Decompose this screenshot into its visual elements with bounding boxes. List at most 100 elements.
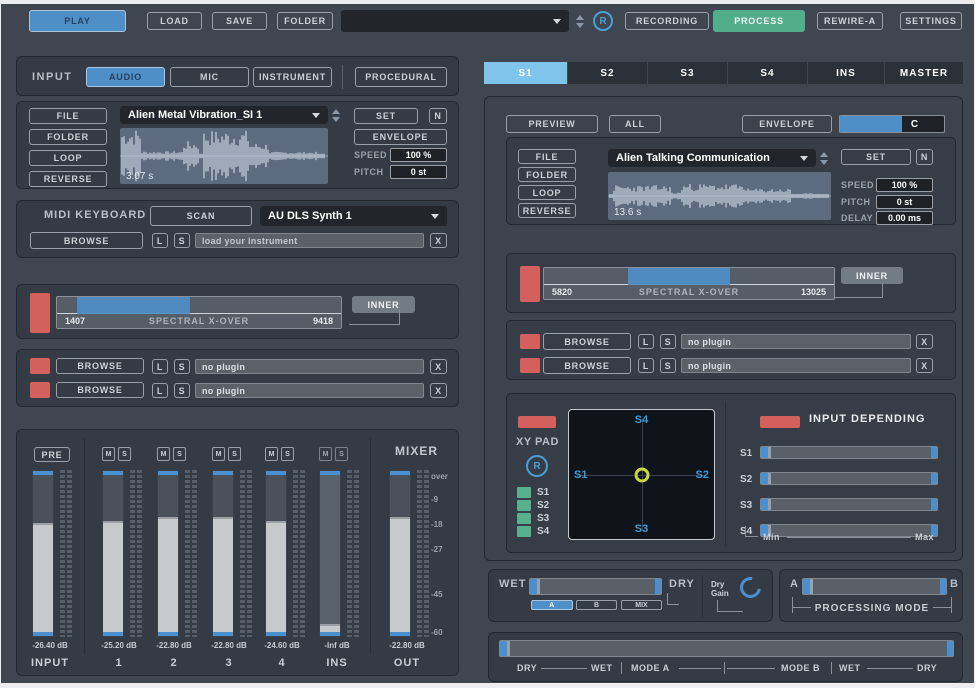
file-button[interactable]: FILE	[518, 149, 576, 164]
preset-select[interactable]	[341, 10, 569, 32]
tab-ins[interactable]: INS	[808, 62, 884, 84]
pitch-value[interactable]: 0 st	[876, 195, 933, 209]
xover-band[interactable]	[628, 268, 730, 285]
xover-indicator-lamp[interactable]	[520, 266, 540, 302]
pan-slider[interactable]: C	[839, 115, 945, 133]
clear-button[interactable]: X	[430, 359, 447, 374]
xy-cursor[interactable]	[634, 467, 649, 482]
n-button[interactable]: N	[429, 108, 447, 124]
solo-button[interactable]: S	[118, 447, 131, 461]
folder-button[interactable]: FOLDER	[277, 12, 333, 30]
pre-button[interactable]: PRE	[34, 447, 70, 462]
mode-b-button[interactable]: B	[576, 600, 617, 610]
clear-button[interactable]: X	[916, 334, 933, 349]
reverse-button[interactable]: REVERSE	[518, 203, 576, 218]
sample-select[interactable]: Alien Metal Vibration_SI 1	[120, 106, 328, 124]
browse-button[interactable]: BROWSE	[56, 358, 144, 374]
plugin-slot[interactable]: no plugin	[195, 359, 424, 374]
n-button[interactable]: N	[916, 149, 933, 165]
tab-s1[interactable]: S1	[484, 62, 567, 84]
fader-3[interactable]	[212, 470, 234, 637]
dry-gain-knob[interactable]	[736, 573, 765, 602]
solo-button[interactable]: S	[660, 358, 676, 373]
solo-button[interactable]: S	[174, 359, 190, 374]
envelope-button[interactable]: ENVELOPE	[742, 115, 832, 133]
loop-button[interactable]: LOOP	[518, 185, 576, 200]
tab-instrument[interactable]: INSTRUMENT	[253, 67, 332, 87]
source-toggle-s2[interactable]	[517, 500, 531, 511]
clear-button[interactable]: X	[430, 383, 447, 398]
mute-button[interactable]: M	[319, 447, 332, 461]
save-button[interactable]: SAVE	[212, 12, 267, 30]
browse-button[interactable]: BROWSE	[543, 357, 631, 374]
envelope-button[interactable]: ENVELOPE	[354, 129, 447, 145]
instrument-slot[interactable]: load your instrument	[195, 233, 424, 248]
dep-slider-s2[interactable]	[760, 472, 938, 485]
reset-icon[interactable]: R	[593, 11, 613, 31]
link-button[interactable]: L	[638, 358, 654, 373]
clear-button[interactable]: X	[916, 358, 933, 373]
file-button[interactable]: FILE	[29, 108, 107, 124]
fader-out[interactable]	[389, 470, 411, 637]
solo-button[interactable]: S	[335, 447, 348, 461]
clear-button[interactable]: X	[430, 233, 447, 248]
set-button[interactable]: SET	[841, 149, 911, 165]
reverse-button[interactable]: REVERSE	[29, 171, 107, 187]
tab-audio[interactable]: AUDIO	[86, 67, 165, 87]
browse-button[interactable]: BROWSE	[30, 232, 143, 249]
solo-button[interactable]: S	[174, 233, 190, 248]
source-toggle-s4[interactable]	[517, 526, 531, 537]
fader-input[interactable]	[32, 470, 54, 637]
mute-button[interactable]: M	[157, 447, 170, 461]
solo-button[interactable]: S	[228, 447, 241, 461]
loop-button[interactable]: LOOP	[29, 150, 107, 166]
processing-slider[interactable]	[802, 578, 947, 595]
dep-slider-s3[interactable]	[760, 498, 938, 511]
all-button[interactable]: ALL	[609, 115, 661, 133]
preview-button[interactable]: PREVIEW	[506, 115, 598, 133]
solo-button[interactable]: S	[660, 334, 676, 349]
dep-slider-s4[interactable]	[760, 524, 938, 537]
speed-value[interactable]: 100 %	[876, 178, 933, 192]
reset-icon[interactable]: R	[526, 455, 548, 477]
speed-value[interactable]: 100 %	[390, 148, 447, 162]
morph-slider[interactable]	[499, 640, 954, 657]
procedural-button[interactable]: PROCEDURAL	[355, 67, 447, 87]
plugin-slot[interactable]: no plugin	[681, 358, 911, 373]
xover-range-slider[interactable]: 1407 SPECTRAL X-OVER 9418	[56, 296, 342, 329]
fader-ins[interactable]	[319, 470, 341, 637]
browse-button[interactable]: BROWSE	[56, 382, 144, 398]
mute-button[interactable]: M	[102, 447, 115, 461]
plugin-indicator-lamp[interactable]	[520, 358, 540, 373]
instrument-select[interactable]: AU DLS Synth 1	[260, 206, 447, 226]
mix-button[interactable]: MIX	[621, 600, 662, 610]
plugin-indicator-lamp[interactable]	[30, 358, 50, 374]
tab-s2[interactable]: S2	[568, 62, 647, 84]
fader-1[interactable]	[102, 470, 124, 637]
plugin-indicator-lamp[interactable]	[520, 334, 540, 349]
set-button[interactable]: SET	[354, 108, 418, 124]
fader-2[interactable]	[157, 470, 179, 637]
solo-button[interactable]: S	[173, 447, 186, 461]
link-button[interactable]: L	[638, 334, 654, 349]
waveform-display[interactable]: 13.6 s	[608, 172, 831, 220]
folder-button[interactable]: FOLDER	[518, 167, 576, 182]
pitch-value[interactable]: 0 st	[390, 165, 447, 179]
xover-band[interactable]	[77, 297, 191, 314]
recording-button[interactable]: RECORDING	[625, 12, 709, 30]
link-button[interactable]: L	[152, 383, 168, 398]
browse-button[interactable]: BROWSE	[543, 333, 631, 350]
source-toggle-s3[interactable]	[517, 513, 531, 524]
sample-select[interactable]: Alien Talking Communication	[608, 149, 816, 167]
mode-a-button[interactable]: A	[531, 600, 573, 610]
inner-button[interactable]: INNER	[841, 267, 903, 284]
tab-mic[interactable]: MIC	[170, 67, 249, 87]
xy-indicator-lamp[interactable]	[518, 416, 556, 428]
settings-button[interactable]: SETTINGS	[900, 12, 962, 30]
xover-range-slider[interactable]: 5820 SPECTRAL X-OVER 13025	[543, 267, 835, 300]
preset-stepper[interactable]	[573, 10, 587, 32]
waveform-display[interactable]: 3.07 s	[120, 128, 328, 184]
tab-master[interactable]: MASTER	[885, 62, 963, 84]
mute-button[interactable]: M	[212, 447, 225, 461]
dep-slider-s1[interactable]	[760, 446, 938, 459]
